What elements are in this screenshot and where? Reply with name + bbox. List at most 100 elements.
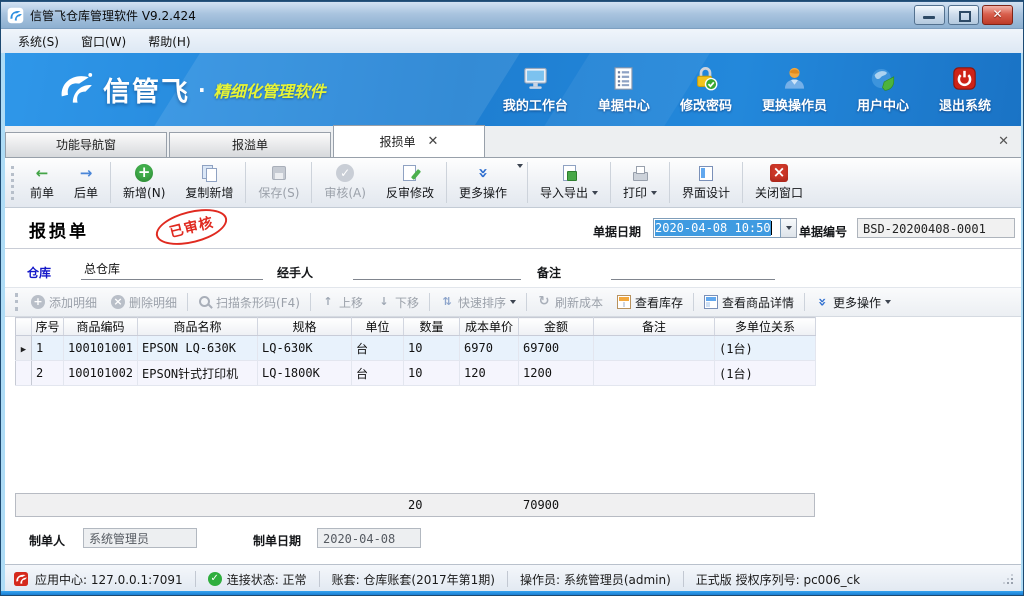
close-window-button[interactable]: 关闭窗口: [745, 161, 813, 205]
menu-help[interactable]: 帮助(H): [137, 30, 201, 53]
toolbar-overflow-icon[interactable]: [517, 164, 523, 171]
account-set-text: 账套: 仓库账套(2017年第1期): [332, 571, 495, 588]
toolbar-grip: [11, 166, 14, 200]
minimize-button[interactable]: [914, 5, 945, 25]
toolbar-separator: [669, 162, 670, 203]
document-center-button[interactable]: 单据中心: [598, 65, 650, 114]
grid-row-1[interactable]: ▶ 1 100101001 EPSON LQ-630K LQ-630K 台 10…: [16, 336, 816, 361]
move-up-icon: [321, 295, 335, 309]
print-button[interactable]: 打印: [613, 161, 667, 205]
view-product-detail-icon: [704, 295, 718, 309]
copy-new-button[interactable]: 复制新增: [175, 161, 243, 205]
brand-name: 信管飞: [103, 70, 190, 109]
brand-separator: ·: [198, 78, 206, 102]
detail-toolbar-separator: [310, 293, 311, 311]
make-date-label: 制单日期: [253, 532, 301, 549]
change-password-button[interactable]: 修改密码: [680, 65, 732, 114]
detail-toolbar-separator: [526, 293, 527, 311]
scan-barcode-button: 扫描条形码(F4): [191, 294, 307, 311]
maker-field: 系统管理员: [83, 528, 197, 548]
col-multi-unit: 多单位关系: [715, 318, 816, 336]
dropdown-caret-icon: [885, 300, 891, 307]
restore-icon: [959, 11, 971, 22]
dropdown-caret-icon: [510, 300, 516, 307]
audited-stamp: 已审核: [152, 203, 231, 252]
move-down-icon: [377, 295, 391, 309]
user-center-button[interactable]: 用户中心: [857, 65, 909, 114]
detail-toolbar: 添加明细 删除明细 扫描条形码(F4) 上移 下移 快速排序 刷新成本 查看库存…: [5, 287, 1021, 317]
view-product-detail-button[interactable]: 查看商品详情: [697, 294, 801, 311]
total-amount: 70900: [523, 498, 559, 512]
tab-close-icon[interactable]: ✕: [428, 135, 439, 148]
detail-more-operations-button[interactable]: 更多操作: [808, 294, 898, 311]
remark-input[interactable]: [611, 260, 775, 280]
dropdown-caret-icon: [592, 191, 598, 198]
doc-date-label: 单据日期: [593, 223, 641, 240]
col-qty: 数量: [404, 318, 460, 336]
refresh-cost-icon: [537, 295, 551, 309]
grid-indicator-header: [16, 318, 32, 336]
doc-date-input[interactable]: 2020-04-08 10:50: [653, 218, 781, 238]
delete-detail-icon: [111, 295, 125, 309]
import-export-button[interactable]: 导入导出: [530, 161, 608, 205]
form-title: 报损单: [29, 217, 89, 242]
detail-toolbar-separator: [187, 293, 188, 311]
connection-status-text: 连接状态: 正常: [227, 571, 307, 588]
handler-input[interactable]: [353, 260, 521, 280]
warehouse-label: 仓库: [27, 264, 51, 281]
toolbar-separator: [311, 162, 312, 203]
statusbar-separator: [319, 571, 320, 587]
doc-no-field: BSD-20200408-0001: [857, 218, 1015, 238]
header-divider: [5, 248, 1021, 249]
resize-grip[interactable]: [1003, 574, 1013, 584]
more-operations-button[interactable]: 更多操作: [449, 161, 517, 205]
import-export-icon: [560, 164, 578, 182]
remark-label: 备注: [537, 264, 561, 281]
statusbar-separator: [683, 571, 684, 587]
detail-grid: 序号 商品编码 商品名称 规格 单位 数量 成本单价 金额 备注 多单位关系 ▶…: [15, 317, 816, 386]
toolbar-separator: [245, 162, 246, 203]
prev-arrow-icon: [33, 164, 51, 182]
detail-toolbar-separator: [804, 293, 805, 311]
audit-check-icon: [336, 164, 354, 182]
delete-detail-button: 删除明细: [104, 294, 184, 311]
col-unit: 单位: [352, 318, 404, 336]
menu-system[interactable]: 系统(S): [7, 30, 70, 53]
toolbar-separator: [110, 162, 111, 203]
printer-icon: [631, 164, 649, 182]
prev-doc-button[interactable]: 前单: [20, 161, 64, 205]
total-qty: 20: [408, 498, 422, 512]
status-bar: 应用中心: 127.0.0.1:7091 连接状态: 正常 账套: 仓库账套(2…: [5, 564, 1021, 593]
next-doc-button[interactable]: 后单: [64, 161, 108, 205]
save-icon: [270, 164, 288, 182]
doc-date-dropdown-button[interactable]: [781, 218, 797, 238]
ui-design-button[interactable]: 界面设计: [672, 161, 740, 205]
more-ops-chevron-icon: [815, 295, 829, 309]
view-stock-button[interactable]: 查看库存: [610, 294, 690, 311]
tab-loss-order[interactable]: 报损单 ✕: [333, 125, 485, 157]
close-window-icon: [770, 164, 788, 182]
menu-window[interactable]: 窗口(W): [70, 30, 137, 53]
restore-button[interactable]: [948, 5, 979, 25]
tab-function-nav[interactable]: 功能导航窗: [5, 132, 167, 157]
doc-no-label: 单据编号: [799, 223, 847, 240]
toolbar-separator: [446, 162, 447, 203]
my-workbench-button[interactable]: 我的工作台: [503, 65, 568, 114]
statusbar-separator: [195, 571, 196, 587]
application-window: 信管飞仓库管理软件 V9.2.424 ✕ 系统(S) 窗口(W) 帮助(H) 信…: [0, 0, 1024, 596]
close-button[interactable]: ✕: [982, 5, 1013, 25]
window-title: 信管飞仓库管理软件 V9.2.424: [30, 7, 196, 24]
add-new-button[interactable]: 新增(N): [113, 161, 175, 205]
tab-overflow-order[interactable]: 报溢单: [169, 132, 331, 157]
save-button: 保存(S): [248, 161, 309, 205]
exit-system-button[interactable]: 退出系统: [939, 65, 991, 114]
more-ops-chevron-icon: [474, 164, 492, 182]
grid-row-2[interactable]: 2 100101002 EPSON针式打印机 LQ-1800K 台 10 120…: [16, 361, 816, 386]
statusbar-separator: [507, 571, 508, 587]
warehouse-input[interactable]: 总仓库: [81, 260, 263, 280]
unaudit-button[interactable]: 反审修改: [376, 161, 444, 205]
switch-operator-button[interactable]: 更换操作员: [762, 65, 827, 114]
exit-power-icon: [951, 65, 978, 92]
document-area: 报损单 已审核 单据日期 2020-04-08 10:50 单据编号 BSD-2…: [5, 208, 1021, 564]
tabstrip-close-icon[interactable]: ✕: [998, 135, 1009, 148]
